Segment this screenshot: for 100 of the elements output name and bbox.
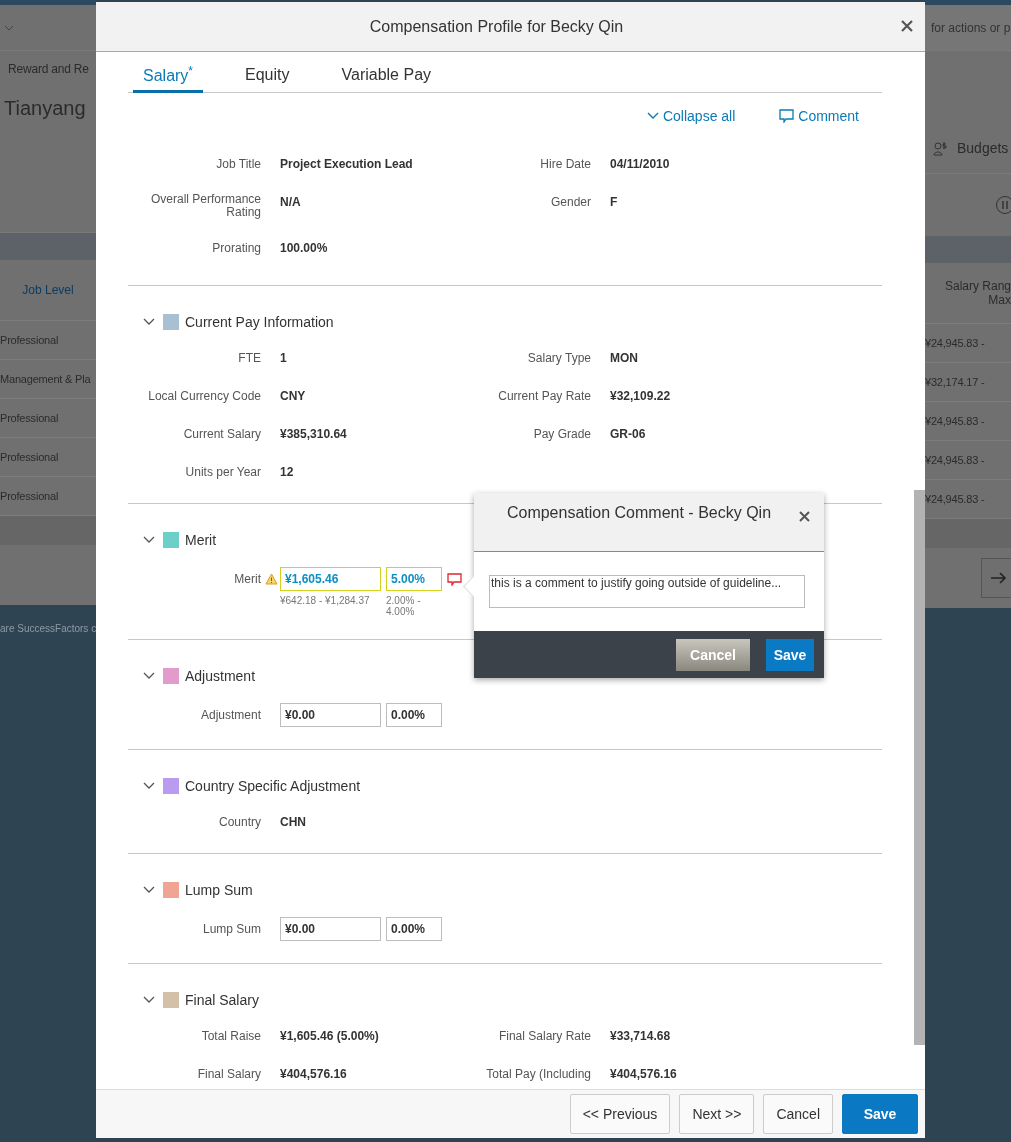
section-title: Merit bbox=[185, 532, 217, 548]
field-label: Current Pay Rate bbox=[498, 389, 591, 403]
field-label: Prorating bbox=[212, 241, 261, 255]
table-row[interactable]: ¥32,174.17 - bbox=[925, 362, 1011, 401]
field-value: CNY bbox=[280, 389, 306, 403]
scrollbar-thumb[interactable] bbox=[914, 490, 925, 1045]
table-cell: ¥32,174.17 - bbox=[925, 376, 985, 388]
tab[interactable]: Salary$^{*}$ bbox=[133, 52, 204, 93]
section-title: Final Salary bbox=[185, 992, 259, 1008]
dialog-title: Compensation Profile for Becky Qin bbox=[369, 17, 624, 36]
popover-button[interactable]: Cancel bbox=[676, 638, 750, 671]
field-label: Merit bbox=[234, 572, 261, 586]
field-label: Adjustment bbox=[200, 708, 261, 722]
footer-text: are SuccessFactors c bbox=[0, 622, 96, 634]
chevron-down-icon[interactable] bbox=[143, 996, 155, 1004]
section-title: Country Specific Adjustment bbox=[185, 778, 361, 794]
arrow-right-icon[interactable] bbox=[981, 558, 1011, 598]
field-value: CHN bbox=[280, 815, 306, 829]
chevron-down-icon[interactable] bbox=[143, 782, 155, 790]
section-title: Adjustment bbox=[185, 668, 256, 684]
chevron-down-icon bbox=[646, 112, 659, 120]
chevron-down-icon[interactable] bbox=[143, 672, 155, 680]
table-row[interactable]: ¥24,945.83 - bbox=[925, 440, 1011, 479]
field-value: Project Execution Lead bbox=[280, 157, 413, 171]
chevron-down-icon[interactable] bbox=[143, 536, 155, 544]
table-cell: Professional bbox=[0, 451, 59, 463]
table-row[interactable]: ¥24,945.83 - bbox=[925, 401, 1011, 440]
field-label: Total Raise bbox=[201, 1029, 261, 1043]
field-label: Pay Grade bbox=[533, 427, 591, 441]
column-header[interactable]: Salary Rang bbox=[944, 279, 1011, 293]
percent-field[interactable]: 0.00% bbox=[386, 703, 442, 727]
field-label: Final Salary bbox=[197, 1067, 261, 1081]
field-label: Salary Type bbox=[527, 351, 591, 365]
table-cell: Professional bbox=[0, 334, 59, 346]
field-value: ¥33,714.68 bbox=[610, 1029, 671, 1043]
amount-field[interactable]: ¥0.00 bbox=[280, 703, 381, 727]
person-dollar-icon bbox=[933, 140, 949, 156]
field-label: Gender bbox=[550, 195, 591, 209]
budgets-button[interactable]: Budgets bbox=[925, 140, 1009, 156]
column-header[interactable]: Job Level bbox=[22, 283, 74, 297]
field-value: MON bbox=[610, 351, 638, 365]
field-value: ¥385,310.64 bbox=[280, 427, 347, 441]
field-label: Total Pay (Including bbox=[486, 1067, 591, 1081]
range-hint: 2.00% - 4.00% bbox=[386, 595, 422, 617]
chevron-down-icon[interactable] bbox=[143, 318, 155, 326]
close-icon[interactable] bbox=[901, 20, 913, 32]
field-label: Final Salary Rate bbox=[498, 1029, 591, 1043]
field-value: GR-06 bbox=[610, 427, 646, 441]
field-value: ¥32,109.22 bbox=[610, 389, 671, 403]
column-header[interactable]: Max bbox=[988, 293, 1011, 307]
field-label: Lump Sum bbox=[202, 922, 261, 936]
tab[interactable]: Equity bbox=[235, 52, 300, 93]
field-value: ¥404,576.16 bbox=[280, 1067, 347, 1081]
table-cell: ¥24,945.83 - bbox=[925, 337, 985, 349]
section-title: Lump Sum bbox=[185, 882, 253, 898]
field-label: Units per Year bbox=[185, 465, 261, 479]
collapse-all-link[interactable]: Collapse all bbox=[646, 105, 736, 127]
popover-title: Compensation Comment - Becky Qin bbox=[506, 504, 772, 523]
field-value: ¥404,576.16 bbox=[610, 1067, 677, 1081]
dialog-button[interactable]: << Previous bbox=[569, 1094, 671, 1134]
amount-field[interactable]: ¥0.00 bbox=[280, 917, 381, 941]
table-cell: Management & Pla bbox=[0, 373, 91, 385]
comment-field[interactable]: this is a comment to justify going outside of guideline... bbox=[489, 575, 805, 608]
field-value: F bbox=[610, 195, 618, 209]
field-value: ¥1,605.46 (5.00%) bbox=[280, 1029, 379, 1043]
amount-field[interactable]: ¥1,605.46 bbox=[280, 567, 381, 591]
tab[interactable]: Variable Pay bbox=[331, 52, 442, 93]
field-value: 04/11/2010 bbox=[610, 157, 670, 171]
close-icon[interactable] bbox=[799, 511, 810, 522]
popover-button[interactable]: Save bbox=[766, 638, 814, 671]
comment-link[interactable]: Comment bbox=[779, 105, 859, 127]
section-title: Current Pay Information bbox=[185, 314, 334, 330]
table-row[interactable]: ¥24,945.83 - bbox=[925, 323, 1011, 362]
field-label: Hire Date bbox=[540, 157, 591, 171]
table-cell: ¥24,945.83 - bbox=[925, 415, 985, 427]
speech-bubble-icon bbox=[779, 109, 795, 123]
employee-name: Tianyang bbox=[4, 96, 86, 120]
field-value: 1 bbox=[280, 351, 287, 365]
breadcrumb-text: Reward and Re bbox=[8, 61, 89, 76]
percent-field[interactable]: 0.00% bbox=[386, 917, 442, 941]
field-label: Job Title bbox=[216, 157, 261, 171]
dialog-button[interactable]: Next >> bbox=[679, 1094, 755, 1134]
field-label: Country bbox=[218, 815, 261, 829]
dialog-button[interactable]: Save bbox=[842, 1094, 918, 1134]
percent-field[interactable]: 5.00% bbox=[386, 567, 442, 591]
table-cell: ¥24,945.83 - bbox=[925, 493, 985, 505]
field-label: Overall Performance Rating bbox=[149, 193, 261, 219]
field-label: Local Currency Code bbox=[148, 389, 261, 403]
field-value: 12 bbox=[280, 465, 294, 479]
dialog-button[interactable]: Cancel bbox=[763, 1094, 833, 1134]
field-value: 100.00% bbox=[280, 241, 328, 255]
field-label: Current Salary bbox=[183, 427, 261, 441]
range-hint: ¥642.18 - ¥1,284.37 bbox=[280, 595, 371, 606]
speech-bubble-icon[interactable] bbox=[447, 573, 462, 586]
table-cell: Professional bbox=[0, 490, 59, 502]
field-value: N/A bbox=[280, 195, 301, 209]
table-cell: Professional bbox=[0, 412, 59, 424]
field-label: FTE bbox=[238, 351, 261, 365]
table-cell: ¥24,945.83 - bbox=[925, 454, 985, 466]
chevron-down-icon[interactable] bbox=[143, 886, 155, 894]
